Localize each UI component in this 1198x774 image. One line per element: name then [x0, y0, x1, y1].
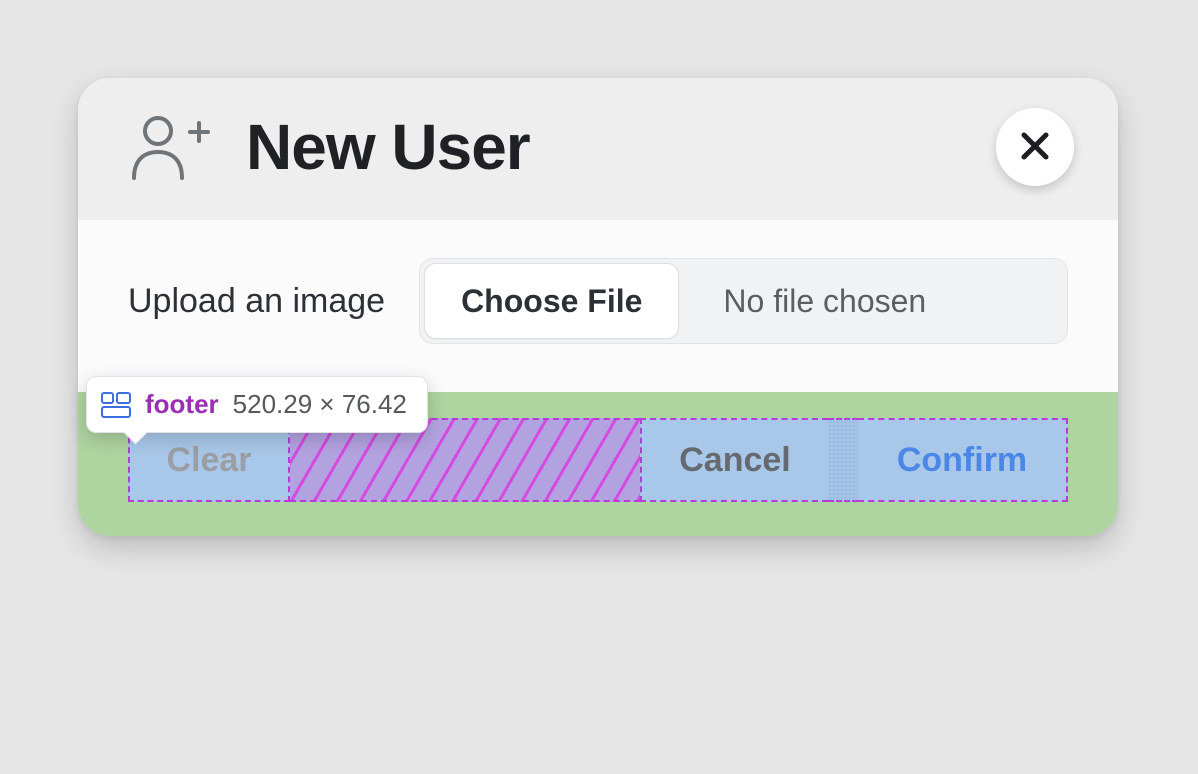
button-margin-highlight — [828, 418, 858, 502]
cancel-button[interactable]: Cancel — [640, 418, 828, 502]
devtools-tooltip: footer 520.29 × 76.42 — [86, 376, 428, 433]
confirm-button[interactable]: Confirm — [858, 418, 1068, 502]
choose-file-button[interactable]: Choose File — [424, 263, 679, 339]
dialog-header: New User — [78, 78, 1118, 220]
dialog-body: Upload an image Choose File No file chos… — [78, 220, 1118, 392]
tooltip-element-name: footer — [145, 389, 219, 420]
tooltip-dimensions: 520.29 × 76.42 — [233, 389, 407, 420]
file-input[interactable]: Choose File No file chosen — [419, 258, 1068, 344]
new-user-dialog: footer 520.29 × 76.42 New User — [78, 78, 1118, 536]
user-plus-icon — [128, 112, 212, 182]
dialog-title: New User — [246, 110, 530, 184]
close-button[interactable] — [996, 108, 1074, 186]
stage: footer 520.29 × 76.42 New User — [0, 0, 1198, 774]
close-icon — [1020, 131, 1050, 164]
upload-image-label: Upload an image — [128, 282, 385, 321]
flex-layout-icon — [101, 392, 131, 418]
file-status-text: No file chosen — [683, 259, 1067, 343]
